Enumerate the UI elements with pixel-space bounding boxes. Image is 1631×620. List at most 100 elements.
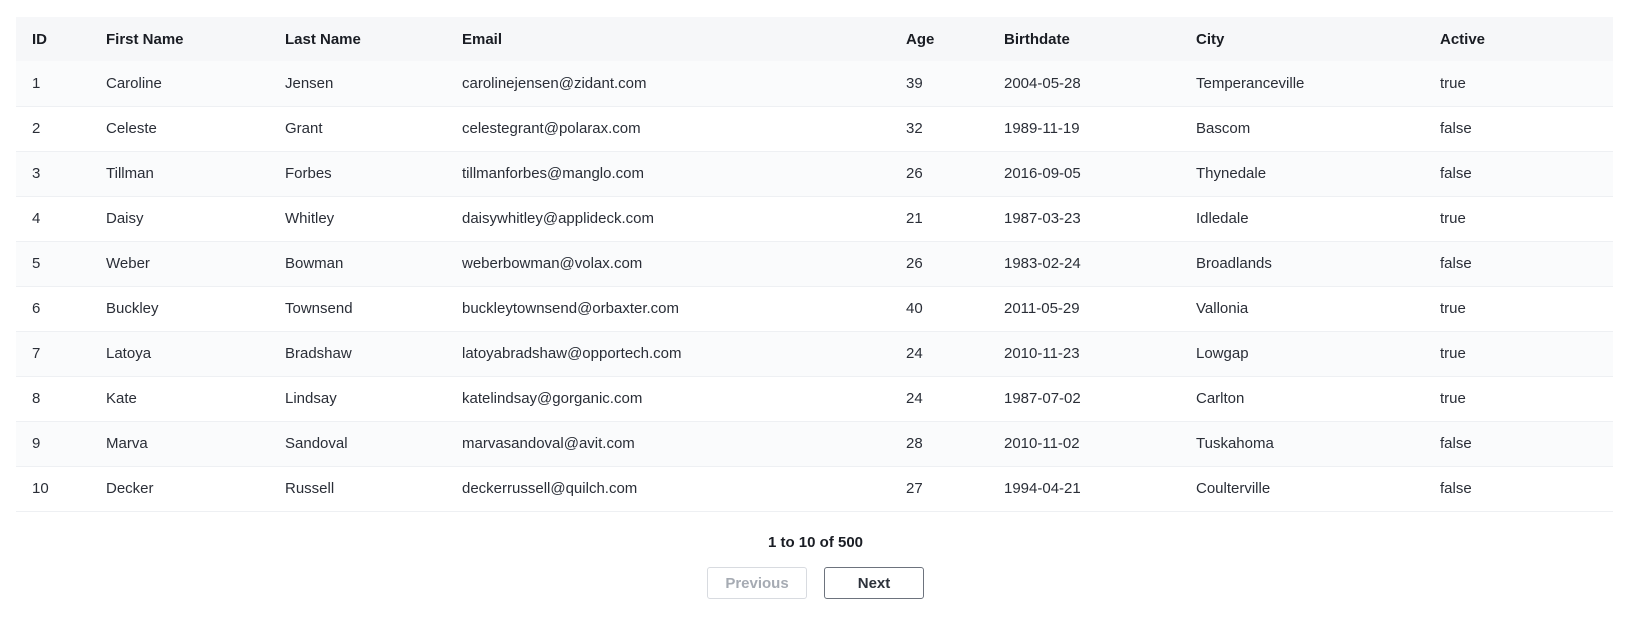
cell-birthdate: 2010-11-02 [1004, 435, 1080, 452]
cell-first-name: Buckley [106, 300, 159, 317]
cell-city: Thynedale [1196, 165, 1267, 182]
cell-id: 6 [32, 300, 41, 317]
cell-birthdate: 1989-11-19 [1004, 120, 1080, 137]
cell-city: Lowgap [1196, 345, 1249, 362]
cell-first-name: Caroline [106, 74, 162, 92]
pagination-summary: 1 to 10 of 500 [767, 534, 864, 551]
cell-birthdate: 1987-03-23 [1004, 210, 1081, 227]
cell-id: 9 [32, 435, 41, 452]
cell-active: true [1440, 210, 1466, 227]
column-header-email[interactable]: Email [446, 17, 890, 61]
cell-first-name: Marva [106, 435, 148, 452]
cell-first-name: Weber [106, 255, 150, 272]
column-header-last-name[interactable]: Last Name [269, 17, 446, 61]
cell-last-name: Whitley [285, 210, 335, 227]
cell-email: carolinejensen@zidant.com [462, 74, 647, 92]
cell-city: Broadlands [1196, 255, 1272, 272]
table-row: 1 Caroline Jensen carolinejensen@zidant.… [16, 61, 1613, 106]
pagination: 1 to 10 of 500 Previous Next [0, 532, 1631, 599]
cell-first-name: Daisy [106, 210, 144, 227]
cell-birthdate: 1994-04-21 [1004, 480, 1081, 497]
cell-active: false [1440, 120, 1472, 137]
table-row: 7 Latoya Bradshaw latoyabradshaw@opporte… [16, 331, 1613, 376]
cell-email: deckerrussell@quilch.com [462, 480, 638, 497]
cell-active: false [1440, 480, 1472, 497]
cell-last-name: Lindsay [285, 390, 337, 407]
cell-email: celestegrant@polarax.com [462, 120, 641, 137]
cell-birthdate: 1987-07-02 [1004, 390, 1081, 407]
cell-first-name: Kate [106, 390, 137, 407]
column-header-city[interactable]: City [1180, 17, 1424, 61]
cell-age: 26 [906, 165, 923, 182]
cell-email: buckleytownsend@orbaxter.com [462, 300, 680, 317]
table-row: 9 Marva Sandoval marvasandoval@avit.com … [16, 421, 1613, 466]
table-row: 6 Buckley Townsend buckleytownsend@orbax… [16, 286, 1613, 331]
cell-first-name: Decker [106, 480, 154, 497]
cell-email: katelindsay@gorganic.com [462, 390, 643, 407]
cell-birthdate: 2016-09-05 [1004, 165, 1081, 182]
table-row: 2 Celeste Grant celestegrant@polarax.com… [16, 106, 1613, 151]
cell-id: 5 [32, 255, 41, 272]
column-header-first-name[interactable]: First Name [90, 17, 269, 61]
cell-city: Tuskahoma [1196, 435, 1274, 452]
cell-last-name: Forbes [285, 165, 332, 182]
pagination-buttons: Previous Next [0, 567, 1631, 599]
cell-age: 39 [906, 74, 923, 92]
column-header-id[interactable]: ID [16, 17, 90, 61]
cell-city: Vallonia [1196, 300, 1249, 317]
cell-first-name: Celeste [106, 120, 157, 137]
cell-last-name: Bradshaw [285, 345, 352, 362]
cell-active: true [1440, 74, 1466, 92]
cell-id: 1 [32, 74, 41, 92]
column-header-active[interactable]: Active [1424, 17, 1613, 61]
table-row: 5 Weber Bowman weberbowman@volax.com 26 … [16, 241, 1613, 286]
cell-city: Temperanceville [1196, 74, 1305, 92]
cell-id: 7 [32, 345, 41, 362]
cell-email: latoyabradshaw@opportech.com [462, 345, 682, 362]
cell-age: 24 [906, 345, 923, 362]
cell-age: 28 [906, 435, 923, 452]
table-row: 4 Daisy Whitley daisywhitley@applideck.c… [16, 196, 1613, 241]
data-table-container: ID First Name Last Name Email Age Birthd… [16, 17, 1613, 512]
users-table: ID First Name Last Name Email Age Birthd… [16, 17, 1613, 512]
table-row: 10 Decker Russell deckerrussell@quilch.c… [16, 466, 1613, 511]
cell-age: 24 [906, 390, 923, 407]
table-row: 8 Kate Lindsay katelindsay@gorganic.com … [16, 376, 1613, 421]
column-header-age[interactable]: Age [890, 17, 988, 61]
cell-id: 10 [32, 480, 49, 497]
table-header: ID First Name Last Name Email Age Birthd… [16, 17, 1613, 61]
cell-first-name: Latoya [106, 345, 152, 362]
cell-id: 8 [32, 390, 41, 407]
cell-birthdate: 2011-05-29 [1004, 300, 1080, 317]
cell-age: 32 [906, 120, 923, 137]
cell-age: 27 [906, 480, 923, 497]
cell-last-name: Russell [285, 480, 335, 497]
cell-id: 3 [32, 165, 41, 182]
cell-birthdate: 2004-05-28 [1004, 74, 1081, 92]
cell-email: marvasandoval@avit.com [462, 435, 635, 452]
cell-email: daisywhitley@applideck.com [462, 210, 654, 227]
previous-page-button[interactable]: Previous [707, 567, 807, 599]
cell-email: weberbowman@volax.com [462, 255, 643, 272]
column-header-birthdate[interactable]: Birthdate [988, 17, 1180, 61]
table-row: 3 Tillman Forbes tillmanforbes@manglo.co… [16, 151, 1613, 196]
cell-active: true [1440, 300, 1466, 317]
cell-birthdate: 2010-11-23 [1004, 345, 1080, 362]
cell-last-name: Jensen [285, 74, 334, 92]
next-page-button[interactable]: Next [824, 567, 924, 599]
cell-last-name: Townsend [285, 300, 353, 317]
cell-city: Carlton [1196, 390, 1245, 407]
cell-active: false [1440, 435, 1472, 452]
cell-last-name: Sandoval [285, 435, 348, 452]
cell-birthdate: 1983-02-24 [1004, 255, 1081, 272]
cell-city: Coulterville [1196, 480, 1271, 497]
cell-last-name: Grant [285, 120, 323, 137]
cell-age: 21 [906, 210, 923, 227]
cell-active: true [1440, 390, 1466, 407]
cell-city: Bascom [1196, 120, 1251, 137]
cell-first-name: Tillman [106, 165, 154, 182]
cell-email: tillmanforbes@manglo.com [462, 165, 644, 182]
header-row: ID First Name Last Name Email Age Birthd… [16, 17, 1613, 61]
cell-active: true [1440, 345, 1466, 362]
cell-active: false [1440, 255, 1472, 272]
